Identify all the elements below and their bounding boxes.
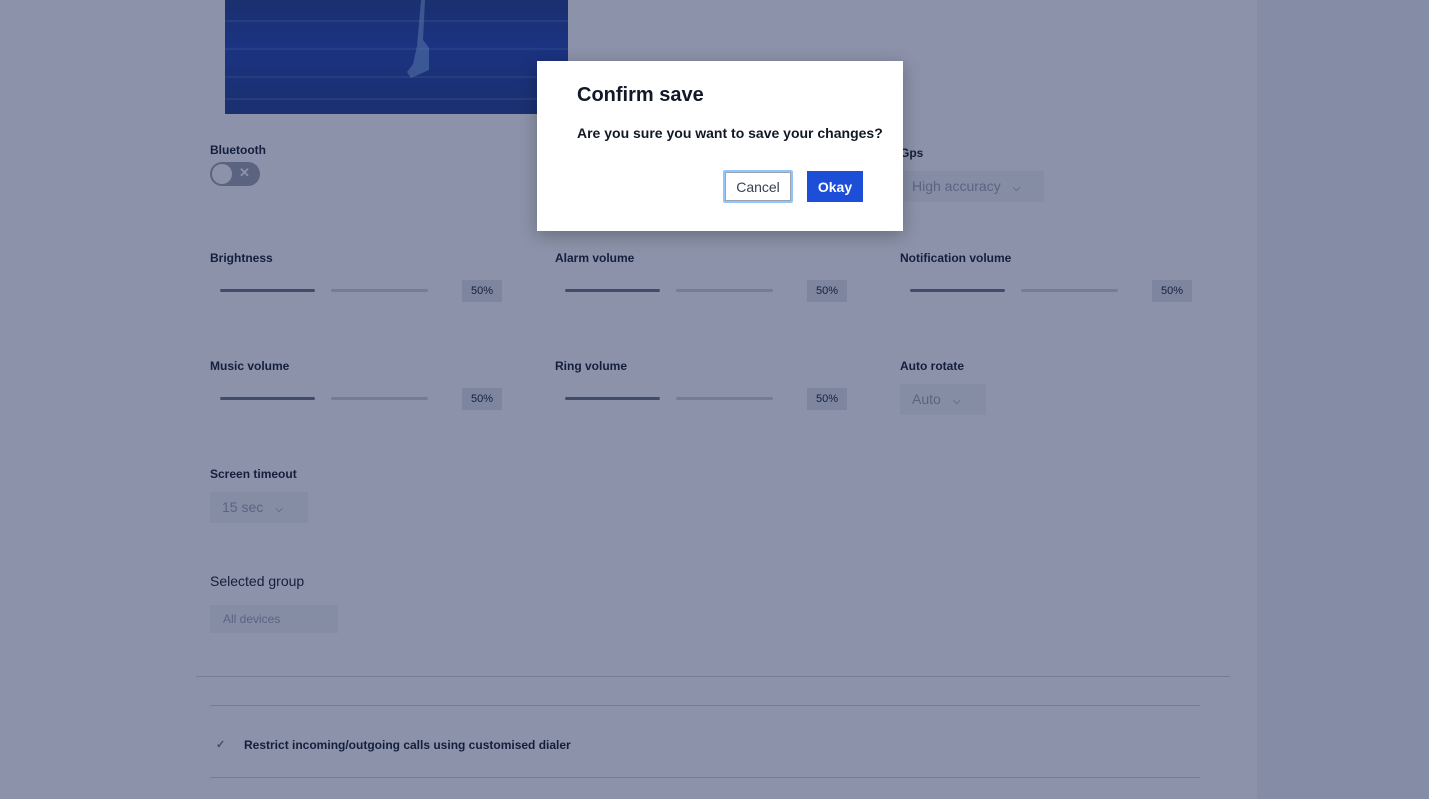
confirm-save-dialog: Confirm save Are you sure you want to sa… (537, 61, 903, 231)
okay-button[interactable]: Okay (807, 171, 863, 202)
dialog-title: Confirm save (577, 84, 704, 106)
cancel-button[interactable]: Cancel (723, 170, 793, 203)
dialog-message: Are you sure you want to save your chang… (577, 125, 883, 141)
